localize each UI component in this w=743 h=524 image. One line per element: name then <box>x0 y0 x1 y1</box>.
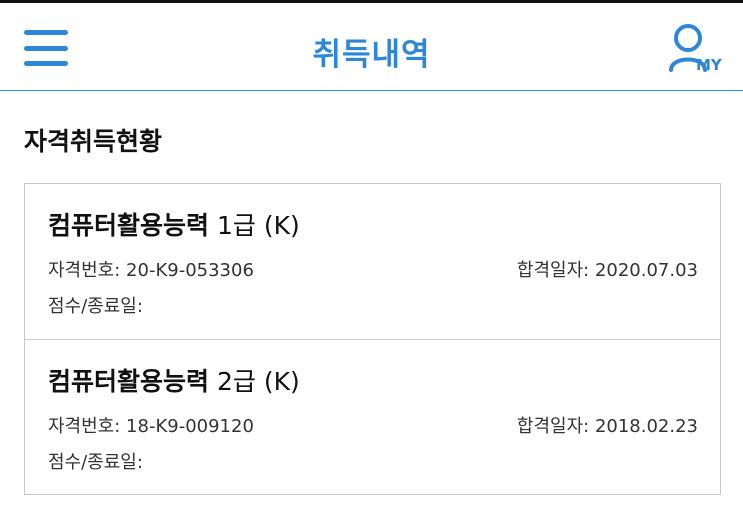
certificate-number-label: 자격번호: <box>48 416 121 437</box>
pass-date-group: 합격일자: 2018.02.23 <box>517 412 698 438</box>
score-label: 점수/종료일: <box>48 452 143 473</box>
score-row: 점수/종료일: <box>48 448 698 474</box>
score-label: 점수/종료일: <box>48 296 143 317</box>
section-title: 자격취득현황 <box>24 127 163 156</box>
score-row: 점수/종료일: <box>48 292 698 318</box>
certificate-card[interactable]: 컴퓨터활용능력 2급 (K) 자격번호: 18-K9-009120 합격일자: … <box>25 339 720 494</box>
certificate-level: 1급 (K) <box>209 211 300 240</box>
certificate-list: 컴퓨터활용능력 1급 (K) 자격번호: 20-K9-053306 합격일자: … <box>24 183 721 495</box>
certificate-name-prefix: 컴퓨터활용능력 <box>48 211 210 240</box>
certificate-name-prefix: 컴퓨터활용능력 <box>48 367 210 396</box>
pass-date-group: 합격일자: 2020.07.03 <box>517 256 698 282</box>
pass-date: 2020.07.03 <box>594 260 698 281</box>
certificate-level: 2급 (K) <box>209 367 300 396</box>
my-page-button[interactable]: MY <box>668 23 728 79</box>
certificate-name: 컴퓨터활용능력 2급 (K) <box>48 362 300 398</box>
pass-date-label: 합격일자: <box>516 260 590 281</box>
certificate-number-label: 자격번호: <box>48 260 121 281</box>
certificate-number: 20-K9-053306 <box>126 260 254 281</box>
pass-date-label: 합격일자: <box>516 416 590 437</box>
my-label: MY <box>696 56 722 74</box>
certificate-info-row: 자격번호: 18-K9-009120 합격일자: 2018.02.23 <box>48 412 698 438</box>
page-title: 취득내역 <box>312 37 431 73</box>
certificate-card[interactable]: 컴퓨터활용능력 1급 (K) 자격번호: 20-K9-053306 합격일자: … <box>25 184 720 339</box>
certificate-number: 18-K9-009120 <box>126 416 254 437</box>
certificate-info-row: 자격번호: 20-K9-053306 합격일자: 2020.07.03 <box>48 256 698 282</box>
pass-date: 2018.02.23 <box>594 416 698 437</box>
app-header: 취득내역 MY <box>0 0 743 91</box>
certificate-name: 컴퓨터활용능력 1급 (K) <box>48 206 300 242</box>
